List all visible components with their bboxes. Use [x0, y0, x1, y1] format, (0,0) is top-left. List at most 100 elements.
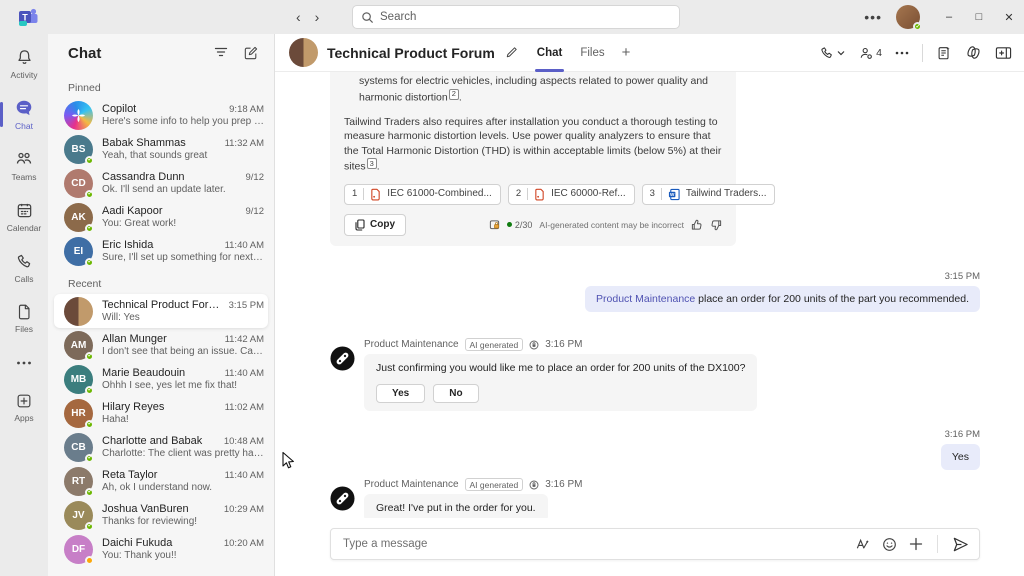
chat-list-item[interactable]: AK Aadi Kapoor9/12 You: Great work! [48, 200, 274, 234]
thumbs-up-icon[interactable] [691, 219, 703, 231]
new-chat-icon[interactable] [244, 46, 258, 60]
message-text: Great! I've put in the order for you. [376, 502, 536, 514]
rail-item-files[interactable]: Files [0, 293, 48, 344]
rail-label: Teams [11, 172, 36, 182]
chat-name: Hilary Reyes [102, 401, 219, 413]
avatar-initials: DF [72, 544, 85, 555]
bot-message: Product Maintenance AI generated 3:16 PM… [330, 338, 980, 411]
citation-filename: IEC 61000-Combined... [387, 187, 492, 202]
citation-pill[interactable]: 1 IEC 61000-Combined... [344, 184, 501, 205]
titlebar-more-button[interactable]: ••• [864, 9, 882, 25]
back-button[interactable]: ‹ [296, 7, 301, 27]
avatar-initials: JV [72, 510, 84, 521]
edit-name-icon[interactable] [505, 46, 518, 59]
citation-number: 3 [650, 187, 655, 202]
presence-indicator [85, 522, 94, 531]
forward-button[interactable]: › [315, 7, 320, 27]
message-timestamp: 3:16 PM [545, 339, 582, 350]
rail-item-chat[interactable]: Chat [0, 89, 48, 140]
citation-marker[interactable]: 2 [449, 89, 459, 100]
emoji-icon[interactable] [882, 537, 897, 552]
rail-item-calls[interactable]: Calls [0, 242, 48, 293]
filter-icon[interactable] [214, 46, 228, 60]
chat-list-item[interactable]: AM Allan Munger11:42 AM I don't see that… [48, 328, 274, 362]
copilot-answer-card: systems for electric vehicles, including… [330, 72, 736, 246]
shield-lock-icon [489, 219, 500, 230]
rail-label: Activity [11, 70, 38, 80]
rail-label: Apps [14, 413, 33, 423]
user-avatar[interactable] [896, 5, 920, 29]
chat-list-item[interactable]: MB Marie Beaudouin11:40 AM Ohhh I see, y… [48, 362, 274, 396]
chat-list-item[interactable]: CB Charlotte and Babak10:48 AM Charlotte… [48, 430, 274, 464]
chat-preview: Haha! [102, 414, 264, 425]
copilot-icon[interactable] [965, 44, 982, 61]
message-bubble: Just confirming you would like me to pla… [364, 354, 757, 411]
open-side-pane-icon[interactable] [995, 46, 1012, 60]
search-input[interactable]: Search [352, 5, 680, 29]
rail-item-apps[interactable]: Apps [0, 382, 48, 433]
tab-chat[interactable]: Chat [528, 34, 572, 72]
group-avatar [64, 297, 93, 326]
avatar: EI [64, 237, 93, 266]
answer-footer: Copy 2/30 AI-generated content may be in… [344, 214, 722, 237]
chat-time: 11:40 AM [225, 240, 264, 251]
thumbs-down-icon[interactable] [710, 219, 722, 231]
message-input[interactable] [343, 538, 855, 550]
chat-list-item[interactable]: JV Joshua VanBuren10:29 AM Thanks for re… [48, 498, 274, 532]
mention-link[interactable]: Product Maintenance [596, 293, 695, 305]
avatar-initials: RT [72, 476, 85, 487]
attach-plus-icon[interactable] [909, 537, 923, 551]
chat-time: 9/12 [246, 172, 265, 183]
citation-marker[interactable]: 3 [367, 158, 377, 169]
chat-list-header: Chat [48, 34, 274, 72]
app-rail: Activity Chat Teams Calendar Calls Files… [0, 34, 48, 576]
chat-header: Technical Product Forum Chat Files + 4 [275, 34, 1024, 72]
usage-value: 2/30 [515, 218, 533, 233]
rail-item-activity[interactable]: Activity [0, 38, 48, 89]
citation-filename: Tailwind Traders... [686, 187, 767, 202]
chat-list-item[interactable]: DF Daichi Fukuda10:20 AM You: Thank you!… [48, 532, 274, 566]
tab-files[interactable]: Files [571, 34, 613, 72]
call-button[interactable] [819, 45, 845, 61]
meeting-notes-icon[interactable] [936, 45, 952, 61]
presence-indicator [85, 224, 94, 233]
format-icon[interactable] [855, 537, 870, 552]
chat-name: Aadi Kapoor [102, 205, 240, 217]
send-icon[interactable] [952, 536, 969, 553]
chat-list-item[interactable]: BS Babak Shammas11:32 AM Yeah, that soun… [48, 132, 274, 166]
rail-more-button[interactable] [0, 344, 48, 382]
chat-list-item[interactable]: RT Reta Taylor11:40 AM Ah, ok I understa… [48, 464, 274, 498]
participants-button[interactable]: 4 [858, 45, 882, 61]
rail-item-teams[interactable]: Teams [0, 140, 48, 191]
chat-list-item[interactable]: HR Hilary Reyes11:02 AM Haha! [48, 396, 274, 430]
citations-row: 1 IEC 61000-Combined... 2 IEC 60000-Ref.… [344, 184, 722, 205]
chat-list-item[interactable]: EI Eric Ishida11:40 AM Sure, I'll set up… [48, 234, 274, 268]
pdf-file-icon [534, 188, 545, 201]
sender-name: Product Maintenance [364, 479, 459, 490]
copy-button[interactable]: Copy [344, 214, 406, 237]
minimize-button[interactable]: – [934, 0, 964, 34]
avatar-initials: HR [71, 408, 85, 419]
bot-message-header: Product Maintenance AI generated 3:16 PM [364, 338, 582, 351]
avatar: CD [64, 169, 93, 198]
citation-pill[interactable]: 2 IEC 60000-Ref... [508, 184, 635, 205]
rail-item-calendar[interactable]: Calendar [0, 191, 48, 242]
no-button[interactable]: No [433, 384, 478, 403]
chat-preview: Ohhh I see, yes let me fix that! [102, 380, 264, 391]
chat-list-item[interactable]: CD Cassandra Dunn9/12 Ok. I'll send an u… [48, 166, 274, 200]
citation-pill[interactable]: 3 W Tailwind Traders... [642, 184, 776, 205]
header-more-button[interactable] [895, 51, 909, 55]
presence-indicator [85, 420, 94, 429]
chat-list-item-selected[interactable]: Technical Product Forum3:15 PM Will: Yes [54, 294, 268, 328]
avatar-initials: CD [71, 178, 85, 189]
close-button[interactable]: ✕ [994, 0, 1024, 34]
message-timestamp: 3:16 PM [545, 479, 582, 490]
avatar: HR [64, 399, 93, 428]
add-tab-button[interactable]: + [614, 44, 639, 61]
word-file-icon: W [668, 188, 680, 201]
chat-time: 11:40 AM [225, 470, 264, 481]
chat-preview: I don't see that being an issue. Can you… [102, 346, 264, 357]
chat-list-item-copilot[interactable]: Copilot9:18 AM Here's some info to help … [48, 98, 274, 132]
maximize-button[interactable]: □ [964, 0, 994, 34]
yes-button[interactable]: Yes [376, 384, 425, 403]
